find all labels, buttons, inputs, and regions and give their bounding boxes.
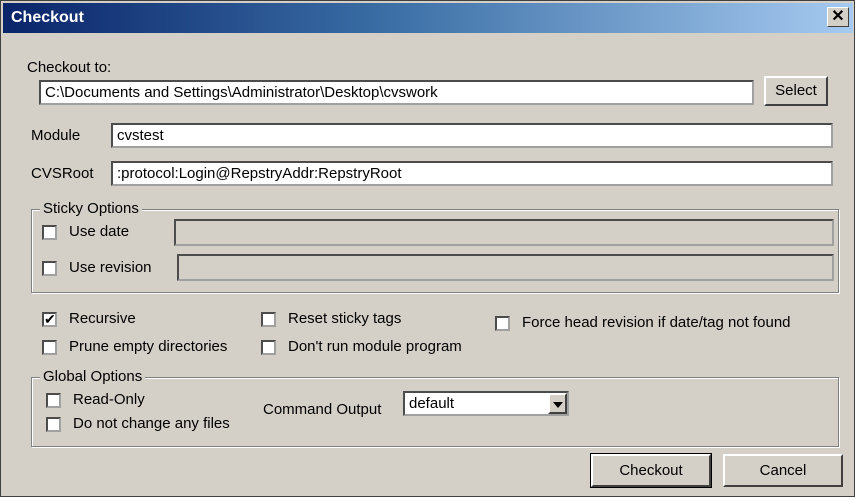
global-options-caption: Global Options [40, 368, 146, 385]
use-date-checkbox[interactable] [42, 225, 57, 240]
use-date-label: Use date [69, 223, 130, 240]
recursive-checkbox[interactable]: ✔ [42, 312, 57, 327]
reset-sticky-checkbox[interactable] [261, 312, 276, 327]
command-output-value: default [409, 395, 455, 412]
dont-run-checkbox[interactable] [261, 340, 276, 355]
checkout-to-field[interactable]: C:\Documents and Settings\Administrator\… [39, 80, 754, 105]
cvsroot-field[interactable]: :protocol:Login@RepstryAddr:RepstryRoot [111, 161, 833, 186]
read-only-checkbox[interactable] [46, 393, 61, 408]
no-change-checkbox[interactable] [46, 417, 61, 432]
use-revision-label: Use revision [69, 259, 152, 276]
use-date-field [174, 219, 834, 246]
chevron-down-icon[interactable] [548, 393, 567, 414]
title-bar[interactable]: Checkout ✕ [3, 3, 853, 33]
module-label: Module [31, 127, 81, 144]
prune-checkbox[interactable] [42, 340, 57, 355]
window-title: Checkout [11, 9, 84, 26]
use-revision-checkbox[interactable] [42, 261, 57, 276]
select-button[interactable]: Select [764, 76, 828, 106]
command-output-select[interactable]: default [403, 391, 569, 416]
use-revision-field [177, 254, 834, 281]
force-head-label: Force head revision if date/tag not foun… [522, 314, 791, 331]
read-only-label: Read-Only [73, 391, 145, 408]
cvsroot-label: CVSRoot [31, 165, 94, 182]
checkout-to-label: Checkout to: [27, 59, 112, 76]
sticky-options-caption: Sticky Options [40, 200, 142, 217]
no-change-label: Do not change any files [73, 415, 230, 432]
cancel-button[interactable]: Cancel [723, 454, 843, 487]
close-icon[interactable]: ✕ [827, 7, 849, 27]
force-head-checkbox[interactable] [495, 316, 510, 331]
checkout-dialog: Checkout ✕ Checkout to: C:\Documents and… [0, 0, 855, 497]
reset-sticky-label: Reset sticky tags [288, 310, 402, 327]
command-output-label: Command Output [263, 401, 382, 418]
dont-run-label: Don't run module program [288, 338, 462, 355]
recursive-label: Recursive [69, 310, 136, 327]
module-field[interactable]: cvstest [111, 123, 833, 148]
checkout-button[interactable]: Checkout [590, 453, 712, 488]
prune-label: Prune empty directories [69, 338, 228, 355]
